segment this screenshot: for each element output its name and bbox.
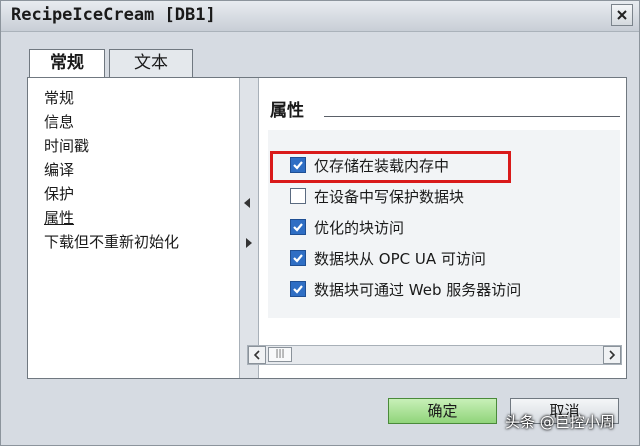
- collapse-left-icon[interactable]: [244, 198, 250, 208]
- tab-text[interactable]: 文本: [109, 49, 193, 77]
- highlight-annotation: [270, 151, 511, 183]
- nav-item-compile[interactable]: 编译: [44, 158, 179, 182]
- option-web-server-access[interactable]: 数据块可通过 Web 服务器访问: [290, 278, 521, 300]
- scroll-thumb[interactable]: |||: [268, 347, 292, 362]
- nav-item-timestamp[interactable]: 时间戳: [44, 134, 179, 158]
- checkbox-write-protect[interactable]: [290, 188, 306, 204]
- checkmark-icon: [293, 223, 303, 232]
- option-label: 数据块从 OPC UA 可访问: [314, 249, 486, 268]
- tab-general[interactable]: 常规: [29, 49, 105, 79]
- close-button[interactable]: [611, 4, 633, 26]
- checkbox-web-server-access[interactable]: [290, 281, 306, 297]
- expand-right-icon[interactable]: [246, 238, 252, 248]
- option-write-protect[interactable]: 在设备中写保护数据块: [290, 185, 464, 207]
- horizontal-scrollbar[interactable]: |||: [247, 345, 622, 365]
- option-label: 优化的块访问: [314, 218, 405, 237]
- properties-dialog: RecipeIceCream [DB1] 常规 文本 常规 信息 时间戳 编译 …: [0, 0, 640, 446]
- nav-list: 常规 信息 时间戳 编译 保护 属性 下载但不重新初始化: [44, 86, 179, 254]
- panel-splitter[interactable]: [239, 78, 259, 378]
- nav-item-protection[interactable]: 保护: [44, 182, 179, 206]
- content-panel: 常规 信息 时间戳 编译 保护 属性 下载但不重新初始化 属性 仅存储在装载内存…: [27, 77, 627, 379]
- nav-item-info[interactable]: 信息: [44, 110, 179, 134]
- window-title: RecipeIceCream [DB1]: [11, 5, 216, 25]
- scroll-right-button[interactable]: [603, 346, 621, 364]
- checkbox-opc-ua-access[interactable]: [290, 250, 306, 266]
- nav-item-attributes[interactable]: 属性: [44, 206, 179, 230]
- checkbox-optimized-access[interactable]: [290, 219, 306, 235]
- option-label: 在设备中写保护数据块: [314, 187, 465, 206]
- ok-button[interactable]: 确定: [388, 398, 497, 424]
- nav-item-general[interactable]: 常规: [44, 86, 179, 110]
- option-label: 数据块可通过 Web 服务器访问: [314, 280, 522, 299]
- close-icon: [617, 10, 627, 20]
- section-divider: [324, 116, 620, 117]
- checkmark-icon: [293, 254, 303, 263]
- option-optimized-access[interactable]: 优化的块访问: [290, 216, 404, 238]
- scroll-left-button[interactable]: [248, 346, 266, 364]
- watermark: 头条 @巨控小周: [505, 413, 615, 431]
- chevron-right-icon: [609, 350, 616, 360]
- title-bar: RecipeIceCream [DB1]: [1, 1, 639, 32]
- checkmark-icon: [293, 285, 303, 294]
- option-opc-ua-access[interactable]: 数据块从 OPC UA 可访问: [290, 247, 486, 269]
- section-title: 属性: [270, 101, 304, 121]
- nav-item-download-no-reinit[interactable]: 下载但不重新初始化: [44, 230, 179, 254]
- chevron-left-icon: [253, 350, 260, 360]
